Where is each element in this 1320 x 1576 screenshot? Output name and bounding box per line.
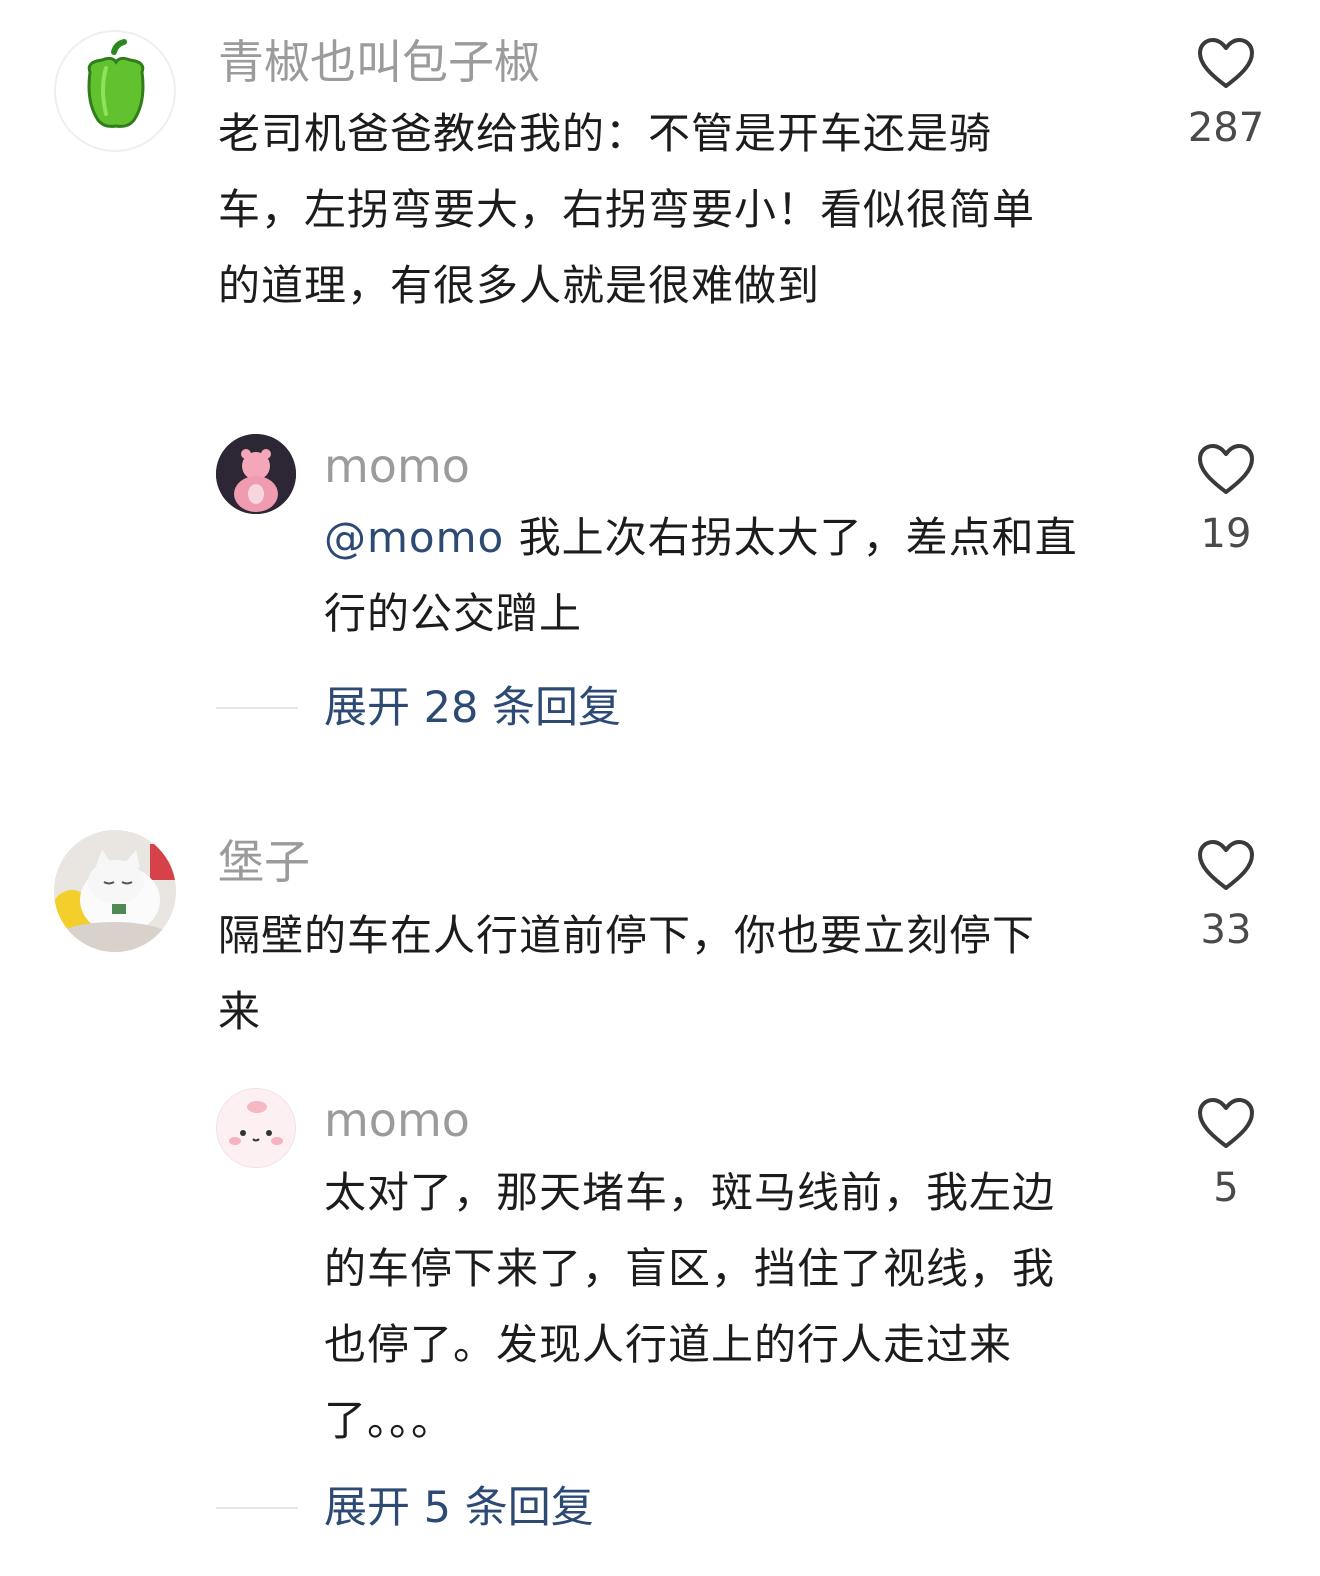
- comment-username[interactable]: 青椒也叫包子椒: [218, 34, 540, 90]
- reply-username[interactable]: momo: [324, 1092, 470, 1148]
- comment-text-line: 隔壁的车在人行道前停下，你也要立刻停下: [218, 911, 1036, 960]
- reply-text: @momo 我上次右拐太大了，差点和直 行的公交蹭上: [324, 500, 1154, 652]
- heart-icon: [1198, 38, 1254, 88]
- reply-text-line: 行的公交蹭上: [324, 589, 583, 638]
- divider: [216, 1507, 298, 1509]
- reply-text: 太对了，那天堵车，斑马线前，我左边 的车停下来了，盲区，挡住了视线，我 也停了。…: [324, 1155, 1154, 1459]
- comment-text-line: 老司机爸爸教给我的：不管是开车还是骑: [218, 109, 993, 158]
- like-button[interactable]: 287: [1186, 36, 1266, 152]
- like-count: 33: [1200, 907, 1252, 953]
- like-count: 19: [1200, 511, 1252, 557]
- like-count: 5: [1213, 1165, 1239, 1211]
- mention-link[interactable]: @momo: [324, 513, 504, 562]
- like-button[interactable]: 33: [1186, 838, 1266, 954]
- avatar[interactable]: [54, 30, 176, 152]
- heart-icon: [1198, 840, 1254, 890]
- reply-text-line: 的车停下来了，盲区，挡住了视线，我: [324, 1244, 1056, 1293]
- reply-text-line: 也停了。发现人行道上的行人走过来: [324, 1320, 1013, 1369]
- cat-avatar-icon: [54, 830, 176, 952]
- reply-text-line: 太对了，那天堵车，斑马线前，我左边: [324, 1168, 1056, 1217]
- comment-text: 隔壁的车在人行道前停下，你也要立刻停下 来: [218, 898, 1148, 1050]
- pink-bear-avatar-icon: [216, 434, 296, 514]
- reply-text-line: @momo 我上次右拐太大了，差点和直: [324, 513, 1078, 562]
- like-button[interactable]: 19: [1186, 442, 1266, 558]
- expand-replies-button[interactable]: 展开 28 条回复: [324, 680, 621, 736]
- green-pepper-icon: [87, 39, 145, 128]
- expand-replies-button[interactable]: 展开 5 条回复: [324, 1480, 594, 1536]
- comment-text: 老司机爸爸教给我的：不管是开车还是骑 车，左拐弯要大，右拐弯要小！看似很简单 的…: [218, 96, 1148, 324]
- avatar[interactable]: [54, 830, 176, 952]
- heart-icon: [1198, 1098, 1254, 1148]
- reply-username[interactable]: momo: [324, 438, 470, 494]
- avatar[interactable]: [216, 1088, 296, 1168]
- cute-face-avatar-icon: [217, 1089, 295, 1167]
- comment-username[interactable]: 堡子: [218, 834, 310, 890]
- reply-text-line: 了。。。: [324, 1396, 455, 1445]
- comment-text-line: 的道理，有很多人就是很难做到: [218, 261, 821, 310]
- like-count: 287: [1187, 105, 1265, 151]
- avatar[interactable]: [216, 434, 296, 514]
- comment-text-line: 车，左拐弯要大，右拐弯要小！看似很简单: [218, 185, 1036, 234]
- comment-text-line: 来: [218, 987, 262, 1036]
- like-button[interactable]: 5: [1186, 1096, 1266, 1212]
- heart-icon: [1198, 444, 1254, 494]
- divider: [216, 707, 298, 709]
